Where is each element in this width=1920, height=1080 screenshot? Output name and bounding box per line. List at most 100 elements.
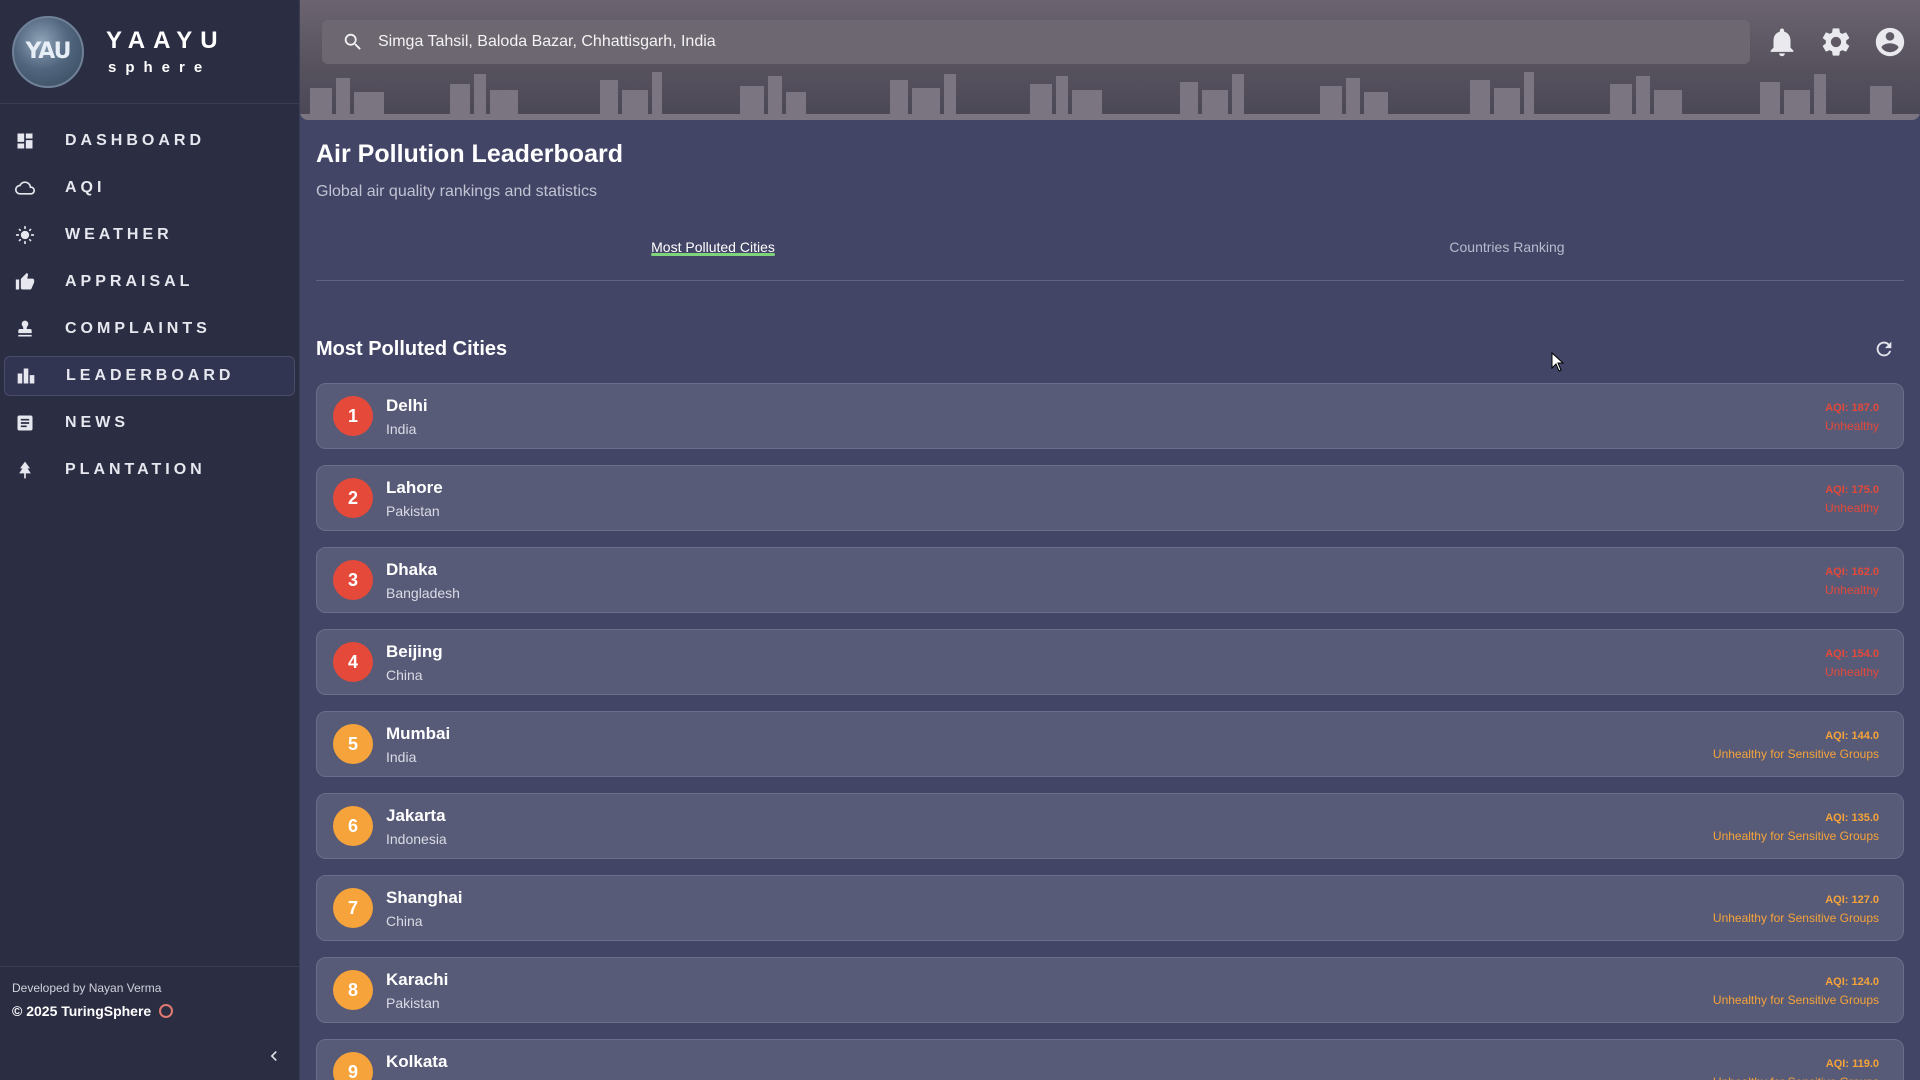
aqi-value: AQI: 135.0 [1825, 812, 1879, 824]
city-row[interactable]: 2 Lahore Pakistan AQI: 175.0 Unhealthy [316, 465, 1904, 531]
sidebar-item-leaderboard[interactable]: LEADERBOARD [4, 356, 295, 396]
city-info: Lahore Pakistan [386, 478, 443, 519]
aqi-category: Unhealthy for Sensitive Groups [1712, 829, 1879, 843]
aqi-info: AQI: 162.0 Unhealthy [1825, 566, 1879, 597]
city-info: Karachi Pakistan [386, 970, 448, 1011]
country-name: Pakistan [386, 502, 440, 519]
rank-badge: 7 [333, 888, 373, 928]
aqi-value: AQI: 175.0 [1825, 484, 1879, 496]
country-name: China [386, 912, 423, 929]
city-row[interactable]: 5 Mumbai India AQI: 144.0 Unhealthy for Sens… [316, 711, 1904, 777]
city-row[interactable]: 4 Beijing China AQI: 154.0 Unhealthy [316, 629, 1904, 695]
sidebar-item-plantation[interactable]: PLANTATION [4, 450, 295, 490]
city-info: Shanghai China [386, 888, 463, 929]
search-input[interactable] [378, 33, 1678, 51]
search-bar[interactable] [322, 20, 1750, 64]
aqi-value: AQI: 162.0 [1825, 566, 1879, 578]
city-row[interactable]: 8 Karachi Pakistan AQI: 124.0 Unhealthy for … [316, 957, 1904, 1023]
stamp-icon [14, 318, 36, 340]
tab-most-polluted-cities[interactable]: Most Polluted Cities [316, 227, 1110, 280]
country-name: Bangladesh [386, 584, 460, 601]
aqi-category: Unhealthy for Sensitive Groups [1712, 911, 1879, 925]
city-name: Shanghai [386, 887, 463, 907]
city-row[interactable]: 7 Shanghai China AQI: 127.0 Unhealthy for Se… [316, 875, 1904, 941]
country-name: India [386, 1077, 447, 1080]
city-list: 1 Delhi India AQI: 187.0 Unhealthy 2 Lahore Pak… [316, 383, 1904, 1080]
city-row[interactable]: 1 Delhi India AQI: 187.0 Unhealthy [316, 383, 1904, 449]
refresh-icon [1876, 341, 1892, 357]
sidebar-item-weather[interactable]: WEATHER [4, 215, 295, 255]
page-subtitle: Global air quality rankings and statisti… [316, 183, 598, 200]
account-button[interactable] [1872, 24, 1908, 60]
aqi-value: AQI: 127.0 [1825, 894, 1879, 906]
sidebar-item-dashboard[interactable]: DASHBOARD [4, 121, 295, 161]
article-icon [14, 412, 36, 434]
sidebar-item-label: LEADERBOARD [66, 367, 235, 384]
rank-badge: 6 [333, 806, 373, 846]
mouse-cursor-icon [1551, 352, 1565, 372]
sidebar-item-label: DASHBOARD [65, 132, 205, 149]
city-skyline-decoration [300, 72, 1920, 120]
section-header: Most Polluted Cities [316, 335, 1904, 363]
aqi-info: AQI: 119.0 Unhealthy for Sensitive Groups [1713, 1058, 1879, 1080]
copyright-text: © 2025 TuringSphere [12, 1003, 152, 1019]
city-info: Jakarta Indonesia [386, 806, 447, 847]
rank-badge: 3 [333, 560, 373, 600]
sidebar-item-label: NEWS [65, 414, 129, 431]
country-name: Indonesia [386, 830, 447, 847]
country-name: Pakistan [386, 994, 440, 1011]
aqi-info: AQI: 175.0 Unhealthy [1825, 484, 1879, 515]
rank-badge: 8 [333, 970, 373, 1010]
sidebar-item-news[interactable]: NEWS [4, 403, 295, 443]
sidebar-item-label: PLANTATION [65, 461, 206, 478]
sun-icon [14, 224, 36, 246]
sidebar: YAU YAAYU sphere DASHBOARD AQI WEATHER A… [0, 0, 300, 1080]
city-info: Dhaka Bangladesh [386, 560, 460, 601]
leaderboard-icon [15, 365, 37, 387]
gear-icon [1822, 28, 1850, 56]
rank-badge: 2 [333, 478, 373, 518]
city-name: Lahore [386, 477, 443, 497]
sidebar-item-appraisal[interactable]: APPRAISAL [4, 262, 295, 302]
refresh-button[interactable] [1870, 335, 1898, 363]
notifications-button[interactable] [1764, 24, 1800, 60]
logo-text: YAU [25, 39, 71, 64]
city-row[interactable]: 6 Jakarta Indonesia AQI: 135.0 Unhealthy for… [316, 793, 1904, 859]
sidebar-nav: DASHBOARD AQI WEATHER APPRAISAL COMPLAIN… [0, 104, 299, 490]
city-row[interactable]: 9 Kolkata India AQI: 119.0 Unhealthy for Sen… [316, 1039, 1904, 1080]
copyright: © 2025 TuringSphere [12, 1003, 288, 1019]
brand[interactable]: YAU YAAYU sphere [0, 0, 299, 104]
city-name: Jakarta [386, 805, 446, 825]
logo: YAU [12, 15, 84, 88]
page-title: Air Pollution Leaderboard [316, 140, 623, 168]
city-name: Dhaka [386, 559, 438, 579]
thumbs-up-icon [14, 271, 36, 293]
rank-badge: 9 [333, 1052, 373, 1080]
tab-bar: Most Polluted Cities Countries Ranking [316, 227, 1904, 281]
aqi-info: AQI: 135.0 Unhealthy for Sensitive Groups [1713, 812, 1879, 843]
account-circle-icon [1875, 27, 1905, 57]
collapse-sidebar-button[interactable] [262, 1044, 286, 1068]
aqi-value: AQI: 144.0 [1825, 730, 1879, 742]
sidebar-item-aqi[interactable]: AQI [4, 168, 295, 208]
developer-credit: Developed by Nayan Verma [12, 981, 162, 995]
sidebar-item-complaints[interactable]: COMPLAINTS [4, 309, 295, 349]
settings-button[interactable] [1818, 24, 1854, 60]
city-info: Beijing China [386, 642, 443, 683]
tab-countries-ranking[interactable]: Countries Ranking [1110, 227, 1904, 280]
tab-active-indicator [651, 253, 775, 256]
section-title: Most Polluted Cities [316, 337, 508, 360]
city-name: Karachi [386, 969, 449, 989]
rank-badge: 4 [333, 642, 373, 682]
aqi-info: AQI: 187.0 Unhealthy [1825, 402, 1879, 433]
city-row[interactable]: 3 Dhaka Bangladesh AQI: 162.0 Unhealthy [316, 547, 1904, 613]
aqi-value: AQI: 154.0 [1825, 648, 1879, 660]
top-header [300, 0, 1920, 120]
main-content: Air Pollution Leaderboard Global air qua… [316, 120, 1904, 1080]
sidebar-item-label: WEATHER [65, 226, 173, 243]
aqi-info: AQI: 144.0 Unhealthy for Sensitive Groups [1713, 730, 1879, 761]
city-name: Delhi [386, 395, 428, 415]
city-info: Kolkata India [386, 1052, 447, 1080]
city-info: Delhi India [386, 396, 428, 437]
country-name: India [386, 420, 417, 437]
